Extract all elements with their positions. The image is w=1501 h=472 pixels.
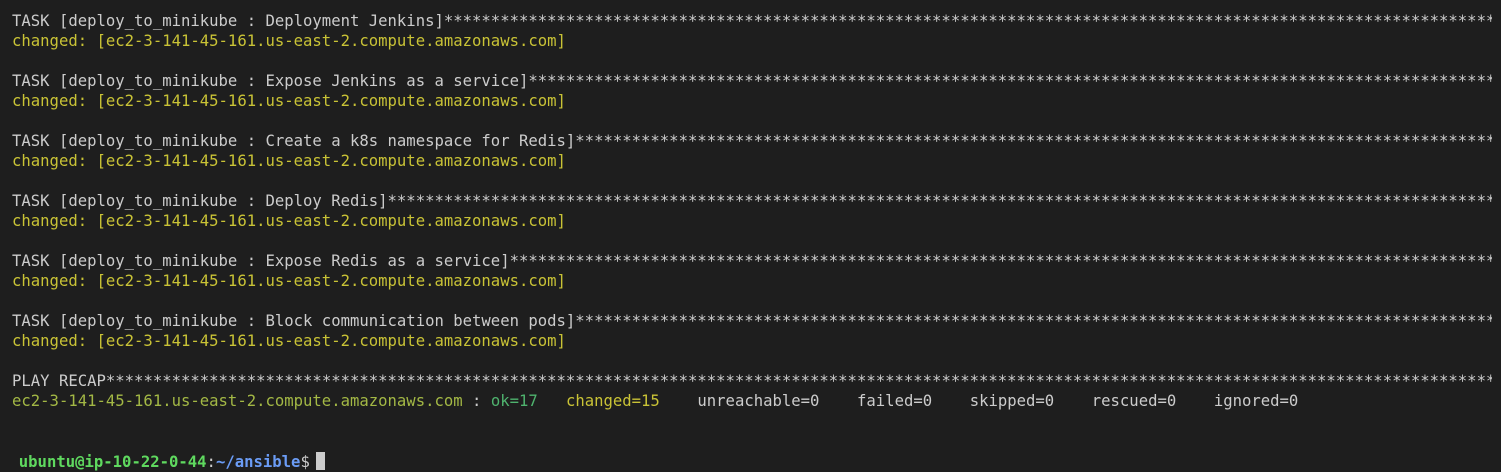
task-header-text: TASK [deploy_to_minikube : Create a k8s …: [12, 132, 576, 150]
shell-prompt[interactable]: ubuntu@ip-10-22-0-44:~/ansible$: [0, 432, 325, 471]
prompt-user-host: ubuntu@ip-10-22-0-44: [18, 453, 207, 471]
task-status: changed: [ec2-3-141-45-161.us-east-2.com…: [12, 272, 566, 290]
terminal-output: TASK [deploy_to_minikube : Deployment Je…: [12, 11, 1492, 411]
task-header: TASK [deploy_to_minikube : Create a k8s …: [12, 131, 1492, 151]
task-header-stars: ****************************************…: [443, 12, 1492, 30]
task-header-stars: ****************************************…: [575, 312, 1492, 330]
recap-ignored: ignored=0: [1213, 392, 1299, 410]
play-recap-label: PLAY RECAP: [12, 372, 106, 390]
task-header-stars: ****************************************…: [528, 72, 1492, 90]
task-header-stars: ****************************************…: [575, 132, 1492, 150]
task-header-text: TASK [deploy_to_minikube : Deploy Redis]: [12, 192, 388, 210]
task-header-stars: ****************************************…: [387, 192, 1492, 210]
play-recap-row: ec2-3-141-45-161.us-east-2.compute.amazo…: [12, 391, 1492, 411]
task-status: changed: [ec2-3-141-45-161.us-east-2.com…: [12, 152, 566, 170]
task-status: changed: [ec2-3-141-45-161.us-east-2.com…: [12, 332, 566, 350]
task-header-text: TASK [deploy_to_minikube : Expose Jenkin…: [12, 72, 529, 90]
task-header: TASK [deploy_to_minikube : Deployment Je…: [12, 11, 1492, 31]
prompt-dollar: $: [300, 453, 310, 471]
task-status: changed: [ec2-3-141-45-161.us-east-2.com…: [12, 92, 566, 110]
recap-separator: :: [462, 392, 491, 410]
task-header: TASK [deploy_to_minikube : Deploy Redis]…: [12, 191, 1492, 211]
task-header: TASK [deploy_to_minikube : Expose Jenkin…: [12, 71, 1492, 91]
prompt-colon: :: [206, 453, 216, 471]
recap-unreachable: unreachable=0: [697, 392, 820, 410]
recap-host: ec2-3-141-45-161.us-east-2.compute.amazo…: [12, 392, 463, 410]
recap-ok: ok=17: [490, 392, 538, 410]
task-header-text: TASK [deploy_to_minikube : Expose Redis …: [12, 252, 510, 270]
recap-rescued: rescued=0: [1091, 392, 1177, 410]
task-status: changed: [ec2-3-141-45-161.us-east-2.com…: [12, 212, 566, 230]
task-header-stars: ****************************************…: [509, 252, 1492, 270]
recap-skipped: skipped=0: [969, 392, 1055, 410]
task-header: TASK [deploy_to_minikube : Block communi…: [12, 311, 1492, 331]
play-recap-header: PLAY RECAP *****************************…: [12, 371, 1492, 391]
recap-changed: changed=15: [565, 392, 660, 410]
recap-failed: failed=0: [857, 392, 933, 410]
task-header-text: TASK [deploy_to_minikube : Block communi…: [12, 312, 576, 330]
task-header: TASK [deploy_to_minikube : Expose Redis …: [12, 251, 1492, 271]
task-header-text: TASK [deploy_to_minikube : Deployment Je…: [12, 12, 444, 30]
task-status: changed: [ec2-3-141-45-161.us-east-2.com…: [12, 32, 566, 50]
play-recap-stars: ****************************************…: [105, 372, 1492, 390]
prompt-path: ~/ansible: [215, 453, 301, 471]
